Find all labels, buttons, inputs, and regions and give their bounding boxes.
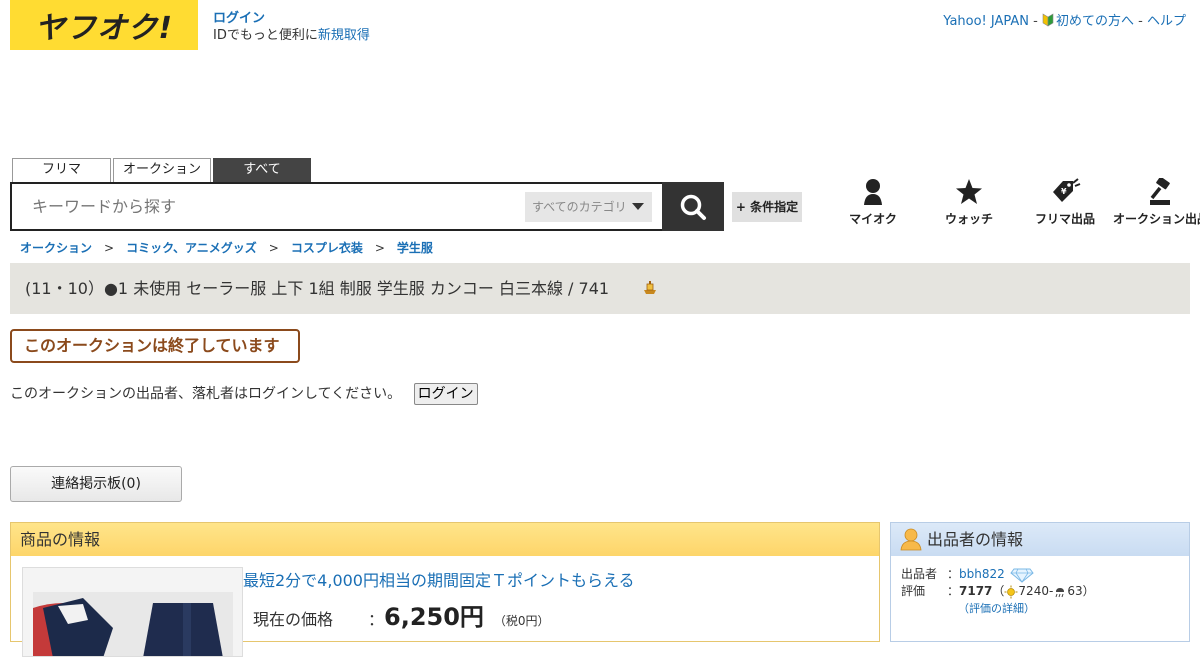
rating-total: 7177: [959, 584, 993, 598]
rating-paren-open: （: [992, 584, 1005, 598]
category-select-label: すべてのカテゴリ: [532, 200, 627, 214]
price-tag-icon: ¥: [1053, 178, 1081, 202]
login-button[interactable]: ログイン: [413, 383, 478, 405]
star-icon: [956, 179, 982, 204]
rating-label: 評価: [901, 584, 926, 598]
seller-colon: ：: [947, 567, 960, 581]
breadcrumb-separator: >: [104, 241, 115, 255]
nav-icons: マイオク ウォッチ ¥ フリマ出品 オークション出品: [825, 178, 1200, 227]
item-info-panel: 商品の情報 最短2分で4,000円相当の期間固定Ｔポイントもらえる 現在の価格 …: [10, 522, 880, 657]
tab-flea-market[interactable]: フリマ: [12, 158, 111, 182]
login-sub-text: IDでもっと便利に: [213, 28, 318, 43]
login-message-row: このオークションの出品者、落札者はログインしてください。 ログイン: [10, 383, 478, 405]
nav-flea-listing[interactable]: ¥ フリマ出品: [1017, 178, 1113, 227]
breadcrumb-auction[interactable]: オークション: [20, 241, 92, 255]
seller-label: 出品者: [901, 567, 938, 581]
rain-icon: [1055, 587, 1065, 597]
price-value: 6,250円: [384, 603, 484, 631]
category-select[interactable]: すべてのカテゴリ: [525, 192, 652, 222]
breadcrumb-separator: >: [374, 241, 385, 255]
nav-my-auction[interactable]: マイオク: [825, 178, 921, 227]
chevron-down-icon: [632, 203, 644, 210]
breadcrumb-school-uniform[interactable]: 学生服: [397, 241, 433, 255]
rating-row: 評価 ： 7177 （ 7240 - 63 ）: [901, 583, 1179, 600]
search-area: フリマ オークション すべて すべてのカテゴリ + 条件指定 マイオク ウ: [10, 158, 1200, 238]
nav-my-auction-label: マイオク: [849, 212, 897, 226]
header: ヤフオク! ログイン IDでもっと便利に新規取得 Yahoo! JAPAN - …: [0, 0, 1200, 60]
help-link[interactable]: ヘルプ: [1147, 14, 1186, 29]
search-input[interactable]: [32, 184, 512, 229]
login-message: このオークションの出品者、落札者はログインしてください。: [10, 386, 402, 402]
item-thumbnail[interactable]: [22, 567, 243, 657]
current-price-row: 現在の価格 ： 6,250円 （税0円）: [253, 597, 550, 632]
svg-text:¥: ¥: [1061, 187, 1067, 196]
nav-flea-listing-label: フリマ出品: [1034, 212, 1095, 226]
price-colon: ：: [368, 610, 385, 629]
breadcrumb: オークション > コミック、アニメグッズ > コスプレ衣装 > 学生服: [20, 239, 433, 256]
seller-name-link[interactable]: bbh822: [959, 566, 1005, 583]
tab-all[interactable]: すべて: [213, 158, 311, 182]
tab-auction[interactable]: オークション: [113, 158, 211, 182]
nav-auction-listing-label: オークション出品: [1113, 212, 1200, 226]
seller-info-panel: 出品者の情報 出品者 ： bbh822 評価 ： 7177 （ 7240 - 6…: [890, 522, 1190, 642]
person-icon: [864, 179, 882, 205]
nav-watch[interactable]: ウォッチ: [921, 178, 1017, 227]
item-title-bar: (11・10）●1 未使用 セーラー服 上下 1組 制服 学生服 カンコー 白三…: [10, 263, 1190, 314]
diamond-icon: [1010, 568, 1034, 583]
price-tax: （税0円）: [493, 614, 550, 628]
condition-button[interactable]: + 条件指定: [732, 192, 802, 222]
top-links: Yahoo! JAPAN - 初めての方へ - ヘルプ: [943, 10, 1186, 29]
contact-board-button[interactable]: 連絡掲示板(0): [10, 466, 182, 502]
item-photo: [23, 568, 242, 656]
yahuoku-logo[interactable]: ヤフオク!: [10, 0, 198, 50]
logo-text: ヤフオク!: [34, 11, 174, 46]
login-link[interactable]: ログイン: [213, 11, 265, 26]
separator: -: [1138, 14, 1147, 29]
item-info-header: 商品の情報: [11, 523, 879, 556]
price-label: 現在の価格: [253, 610, 334, 629]
breadcrumb-separator: >: [268, 241, 279, 255]
search-box: すべてのカテゴリ: [10, 182, 664, 231]
nav-auction-listing[interactable]: オークション出品: [1113, 178, 1200, 227]
rating-bad: 63: [1067, 584, 1083, 598]
ship-icon: [644, 281, 657, 294]
separator: -: [1033, 14, 1042, 29]
seller-info-title: 出品者の情報: [927, 530, 1024, 549]
rating-paren-close: ）: [1082, 584, 1095, 598]
rating-detail-link[interactable]: （評価の詳細）: [958, 602, 1035, 615]
signup-link[interactable]: 新規取得: [318, 28, 370, 43]
search-icon: [680, 194, 706, 220]
beginner-mark-icon: [1042, 13, 1054, 27]
sun-icon: [1004, 585, 1018, 598]
item-title: (11・10）●1 未使用 セーラー服 上下 1組 制服 学生服 カンコー 白三…: [25, 279, 610, 298]
seller-row: 出品者 ： bbh822: [901, 566, 1179, 583]
auction-ended-badge: このオークションは終了しています: [10, 329, 300, 363]
seller-info-body: 出品者 ： bbh822 評価 ： 7177 （ 7240 - 63 ） （評価…: [891, 556, 1189, 627]
rating-colon: ：: [947, 584, 960, 598]
search-button[interactable]: [662, 182, 724, 231]
first-time-link[interactable]: 初めての方へ: [1056, 14, 1134, 29]
yahoo-japan-link[interactable]: Yahoo! JAPAN: [943, 14, 1029, 29]
tpoint-promo-link[interactable]: 最短2分で4,000円相当の期間固定Ｔポイントもらえる: [243, 567, 635, 591]
gavel-icon: [1150, 178, 1170, 205]
rating-good: 7240: [1018, 584, 1049, 598]
breadcrumb-comic-anime[interactable]: コミック、アニメグッズ: [126, 241, 257, 255]
seller-avatar-icon: [900, 528, 922, 551]
nav-watch-label: ウォッチ: [944, 212, 993, 226]
login-box: ログイン IDでもっと便利に新規取得: [213, 10, 370, 44]
search-tabs: フリマ オークション すべて: [12, 158, 313, 182]
breadcrumb-cosplay[interactable]: コスプレ衣装: [291, 241, 363, 255]
seller-info-header: 出品者の情報: [891, 523, 1189, 556]
